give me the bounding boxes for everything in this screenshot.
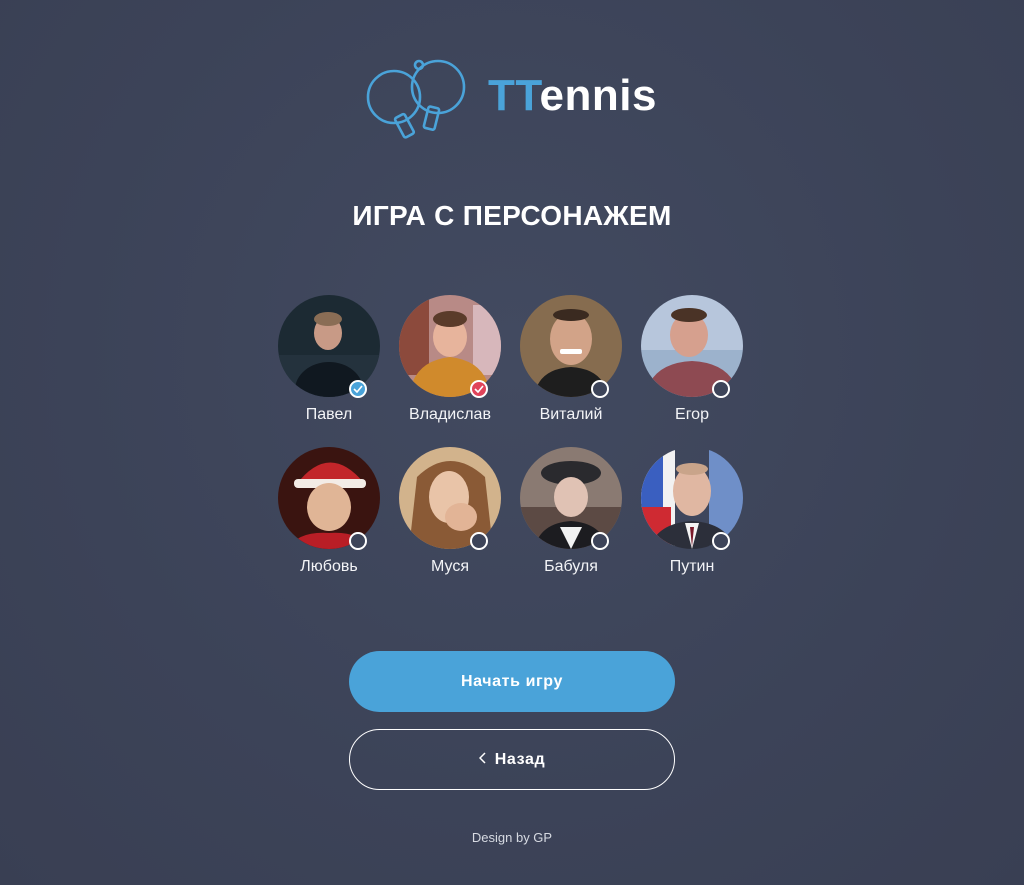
unselected-radio-icon: [712, 532, 730, 550]
unselected-radio-icon: [591, 532, 609, 550]
avatar: [641, 447, 743, 549]
back-button-label: Назад: [494, 750, 546, 768]
page-title: ИГРА С ПЕРСОНАЖЕМ: [352, 200, 672, 231]
page: TTennis ИГРА С ПЕРСОНАЖЕМ Павел Владисла…: [0, 0, 1024, 885]
avatar: [399, 447, 501, 549]
chevron-left-icon: [478, 751, 487, 769]
character-card-vladislav[interactable]: Владислав: [399, 295, 501, 423]
avatar: [520, 447, 622, 549]
character-card-putin[interactable]: Путин: [641, 447, 743, 575]
selected-check-icon: [349, 380, 367, 398]
back-button[interactable]: Назад: [349, 729, 675, 790]
avatar: [278, 447, 380, 549]
avatar: [399, 295, 501, 397]
character-grid: Павел Владислав Виталий Егор Любовь Муся…: [278, 295, 746, 575]
unselected-radio-icon: [349, 532, 367, 550]
selected-check-icon: [470, 380, 488, 398]
unselected-radio-icon: [712, 380, 730, 398]
ping-pong-paddles-icon: [366, 59, 466, 139]
avatar: [641, 295, 743, 397]
logo: TTennis: [366, 57, 666, 147]
character-card-lyubov[interactable]: Любовь: [278, 447, 380, 575]
start-game-button[interactable]: Начать игру: [349, 651, 675, 712]
character-card-musya[interactable]: Муся: [399, 447, 501, 575]
character-name: Путин: [669, 558, 715, 575]
character-card-egor[interactable]: Егор: [641, 295, 743, 423]
unselected-radio-icon: [470, 532, 488, 550]
character-card-vitaliy[interactable]: Виталий: [520, 295, 622, 423]
character-card-pavel[interactable]: Павел: [278, 295, 380, 423]
logo-text: TTennis: [488, 71, 657, 120]
character-card-babulya[interactable]: Бабуля: [520, 447, 622, 575]
avatar: [278, 295, 380, 397]
unselected-radio-icon: [591, 380, 609, 398]
character-name: Егор: [675, 406, 709, 423]
footer-credit: Design by GP: [471, 830, 553, 845]
avatar: [520, 295, 622, 397]
